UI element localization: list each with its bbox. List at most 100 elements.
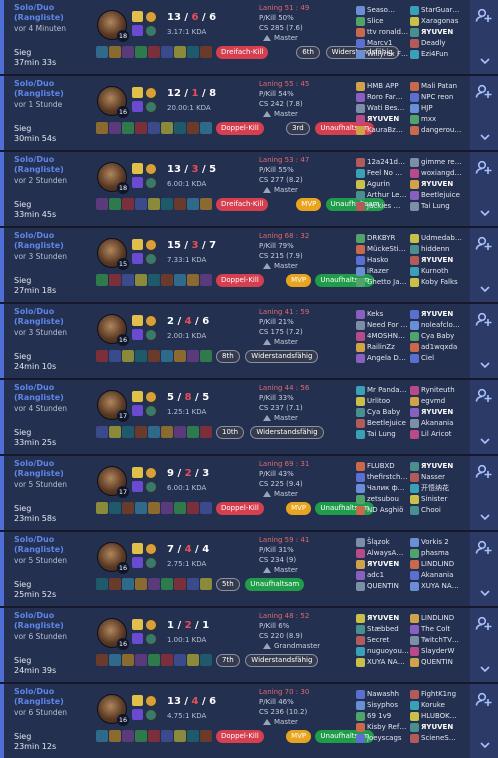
player-entry[interactable]: gimme re… [410,157,465,168]
player-entry[interactable]: Arthur Le… [356,190,411,201]
player-entry[interactable]: Feel No … [356,168,411,179]
player-entry[interactable]: KauraBz… [356,125,411,136]
player-entry[interactable]: StarGuar… [410,5,465,16]
player-entry[interactable]: Chooi [410,505,465,516]
player-entry[interactable]: RailinZz [356,342,411,353]
item-icon[interactable] [122,122,134,134]
item-icon[interactable] [135,46,147,58]
match-card[interactable]: Solo/Duo (Rangliste) vor 1 Stunde Sieg 30mi… [0,76,498,150]
item-icon[interactable] [200,350,212,362]
item-icon[interactable] [122,426,134,438]
player-entry[interactable]: Marcv1 [356,38,411,49]
item-icon[interactable] [187,426,199,438]
player-entry[interactable]: Ciel [410,353,465,364]
champion-portrait[interactable]: 18 [97,10,129,42]
player-entry[interactable]: ЯYUVEN [410,461,465,472]
player-entry[interactable]: MückeSti… [356,244,411,255]
item-icon[interactable] [161,350,173,362]
player-entry[interactable]: Udmedab… [410,233,465,244]
player-entry[interactable]: Ezi4Fun [410,49,465,60]
item-icon[interactable] [187,198,199,210]
player-entry[interactable]: Stæbbed [356,624,411,635]
player-entry[interactable]: 12a241d… [356,157,411,168]
champion-portrait[interactable]: 16 [97,694,129,726]
player-entry[interactable]: Cya Baby [356,407,411,418]
item-icon[interactable] [135,122,147,134]
item-icon[interactable] [109,122,121,134]
player-entry[interactable]: FightK1ng [410,689,465,700]
player-entry[interactable]: LINDLIND [410,613,465,624]
player-entry[interactable]: Akanania [410,418,465,429]
summoner-spell-icon[interactable] [132,391,143,402]
summoner-spell-icon[interactable] [132,543,143,554]
player-entry[interactable]: SlayderW [410,646,465,657]
rune-icon[interactable] [145,695,157,707]
player-entry[interactable]: Чалик ф… [356,483,411,494]
item-icon[interactable] [174,274,186,286]
champion-portrait[interactable]: 16 [97,542,129,574]
item-icon[interactable] [161,46,173,58]
match-card[interactable]: Solo/Duo (Rangliste) vor 4 Stunden Sieg 33m… [0,380,498,454]
player-entry[interactable]: Willyrex F… [356,49,411,60]
player-entry[interactable]: ScieneS… [410,733,465,744]
item-icon[interactable] [122,578,134,590]
champion-portrait[interactable]: 18 [97,162,129,194]
player-entry[interactable]: Vorkis 2 [410,537,465,548]
champion-portrait[interactable]: 17 [97,466,129,498]
item-icon[interactable] [109,426,121,438]
item-icon[interactable] [135,274,147,286]
player-entry[interactable]: ttv ronald… [356,27,411,38]
item-icon[interactable] [174,46,186,58]
player-entry[interactable]: 4MOSHN… [356,331,411,342]
item-icon[interactable] [174,578,186,590]
item-icon[interactable] [148,274,160,286]
item-icon[interactable] [148,198,160,210]
item-icon[interactable] [109,350,121,362]
player-entry[interactable]: NPC reon [410,92,465,103]
player-entry[interactable]: 开悟纳花 [410,483,465,494]
player-entry[interactable]: thefirstch… [356,472,411,483]
item-icon[interactable] [122,350,134,362]
item-icon[interactable] [174,502,186,514]
player-entry[interactable]: XUYA NA… [356,657,411,668]
summoner-spell-icon[interactable] [132,315,143,326]
chevron-down-icon[interactable] [480,513,490,521]
player-entry[interactable]: Deadly [410,38,465,49]
player-entry[interactable]: XUYA NA… [410,581,465,592]
summoner-spell-icon[interactable] [132,405,143,416]
item-icon[interactable] [135,198,147,210]
item-icon[interactable] [200,198,212,210]
player-entry[interactable]: ЯYUVEN [410,179,465,190]
item-icon[interactable] [187,654,199,666]
match-card[interactable]: Solo/Duo (Rangliste) vor 2 Stunden Sieg 33m… [0,152,498,226]
summoner-spell-icon[interactable] [132,329,143,340]
add-friend-icon[interactable] [475,462,493,480]
player-entry[interactable]: HJP [410,103,465,114]
item-icon[interactable] [122,274,134,286]
rune-icon[interactable] [145,467,157,479]
player-entry[interactable]: QUENTIN [410,657,465,668]
player-entry[interactable]: ad1wqxda [410,342,465,353]
item-icon[interactable] [122,730,134,742]
player-entry[interactable]: ЯYUVEN [356,559,411,570]
player-entry[interactable]: HMB APP [356,81,411,92]
summoner-spell-icon[interactable] [132,619,143,630]
summoner-spell-icon[interactable] [132,87,143,98]
chevron-down-icon[interactable] [480,741,490,749]
item-icon[interactable] [200,578,212,590]
player-entry[interactable]: Akanania [410,570,465,581]
player-entry[interactable]: Slice [356,16,411,27]
rune-icon[interactable] [145,405,157,417]
item-icon[interactable] [161,578,173,590]
item-icon[interactable] [135,502,147,514]
item-icon[interactable] [200,730,212,742]
item-icon[interactable] [187,502,199,514]
player-entry[interactable]: Nawashh [356,689,411,700]
player-entry[interactable]: ЯYUVEN [410,255,465,266]
player-entry[interactable]: 69 1v9 [356,711,411,722]
item-icon[interactable] [96,46,108,58]
item-icon[interactable] [200,502,212,514]
summoner-spell-icon[interactable] [132,633,143,644]
champion-portrait[interactable]: 15 [97,238,129,270]
summoner-spell-icon[interactable] [132,557,143,568]
